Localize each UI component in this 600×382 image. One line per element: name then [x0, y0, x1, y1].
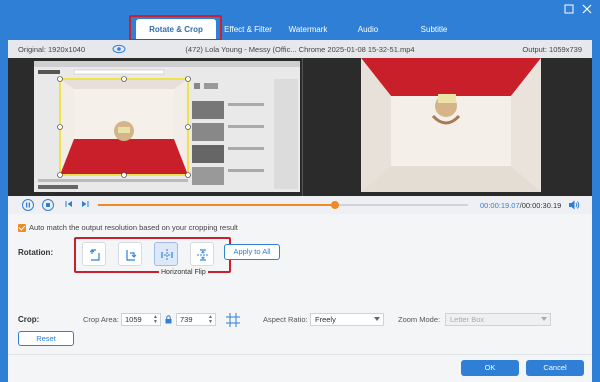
crop-center-icon[interactable]: [224, 311, 242, 329]
tab-audio[interactable]: Audio: [346, 19, 390, 40]
flip-horizontal-button[interactable]: [154, 242, 178, 266]
preview-area: [8, 58, 592, 196]
time-display: 00:00:19.07/00:00:30.19: [480, 201, 561, 210]
reset-button[interactable]: Reset: [18, 331, 74, 346]
cancel-button[interactable]: Cancel: [526, 360, 584, 376]
info-bar: Original: 1920x1040 (472) Lola Young - M…: [8, 40, 592, 58]
auto-match-checkbox[interactable]: [18, 224, 26, 233]
current-time: 00:00:19.07: [480, 201, 520, 210]
rotate-left-button[interactable]: [82, 242, 106, 266]
pause-button[interactable]: [22, 199, 34, 211]
total-time: /00:00:30.19: [519, 201, 562, 210]
maximize-icon[interactable]: [562, 4, 576, 18]
tab-subtitle[interactable]: Subtitle: [408, 19, 460, 40]
crop-height-value: 739: [180, 315, 193, 324]
crop-height-input[interactable]: 739 ▲ ▼: [176, 313, 216, 326]
aspect-ratio-value: Freely: [315, 315, 336, 324]
horizontal-flip-tooltip: Horizontal Flip: [159, 269, 208, 276]
close-icon[interactable]: [580, 4, 594, 18]
footer-divider: [8, 354, 592, 355]
rotation-label: Rotation:: [18, 248, 54, 257]
rotate-right-button[interactable]: [118, 242, 142, 266]
apply-to-all-button[interactable]: Apply to All: [224, 244, 280, 260]
crop-area-label: Crop Area:: [83, 315, 119, 324]
stop-button[interactable]: [42, 199, 54, 211]
volume-icon[interactable]: [568, 199, 580, 211]
preview-divider: [302, 58, 303, 196]
flip-vertical-button[interactable]: [190, 242, 214, 266]
crop-height-stepper[interactable]: ▲ ▼: [208, 315, 213, 325]
auto-match-label: Auto match the output resolution based o…: [29, 223, 238, 232]
file-name: (472) Lola Young - Messy (Offic... Chrom…: [185, 45, 415, 54]
crop-width-input[interactable]: 1059 ▲ ▼: [121, 313, 161, 326]
output-preview: [361, 58, 541, 192]
playback-bar: 00:00:19.07/00:00:30.19: [8, 196, 592, 214]
previous-frame-icon[interactable]: [64, 199, 74, 212]
aspect-ratio-label: Aspect Ratio:: [263, 315, 308, 324]
progress-track[interactable]: [98, 201, 468, 209]
editor-panel: Original: 1920x1040 (472) Lola Young - M…: [8, 40, 592, 382]
crop-label: Crop:: [18, 315, 40, 324]
tab-highlight-box: [129, 15, 222, 41]
auto-match-option[interactable]: Auto match the output resolution based o…: [18, 223, 238, 233]
aspect-ratio-select[interactable]: Freely: [310, 313, 384, 326]
crop-width-stepper[interactable]: ▲ ▼: [153, 315, 158, 325]
ok-button[interactable]: OK: [461, 360, 519, 376]
progress-knob[interactable]: [330, 201, 339, 209]
zoom-mode-value: Letter Box: [450, 315, 485, 324]
progress-fill: [98, 204, 335, 206]
zoom-mode-select[interactable]: Letter Box: [445, 313, 551, 326]
output-resolution: Output: 1059x739: [522, 45, 582, 54]
chevron-down-icon: [374, 317, 380, 321]
tab-watermark[interactable]: Watermark: [280, 19, 336, 40]
lock-icon[interactable]: [165, 315, 172, 324]
settings-area: Auto match the output resolution based o…: [8, 214, 592, 382]
chevron-down-icon: [541, 317, 547, 321]
tab-effect-filter[interactable]: Effect & Filter: [218, 19, 278, 40]
next-frame-icon[interactable]: [80, 199, 90, 212]
title-bar: Rotate & Crop Effect & Filter Watermark …: [0, 0, 600, 41]
original-preview[interactable]: [34, 61, 300, 192]
crop-width-value: 1059: [125, 315, 142, 324]
zoom-mode-label: Zoom Mode:: [398, 315, 441, 324]
